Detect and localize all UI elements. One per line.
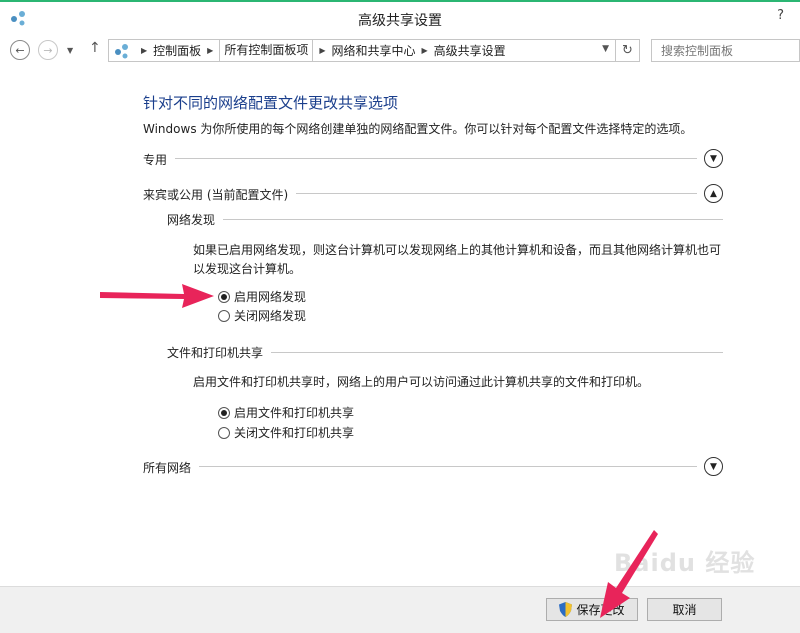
breadcrumb-separator-icon: ▶ xyxy=(141,46,148,55)
divider xyxy=(143,466,697,467)
chevron-up-icon: ▲ xyxy=(710,188,717,199)
save-changes-label: 保存更改 xyxy=(576,603,625,617)
profile-guest-public-label[interactable]: 来宾或公用 (当前配置文件) xyxy=(143,186,297,203)
breadcrumb-separator-icon: ▶ xyxy=(421,46,428,55)
network-location-icon xyxy=(115,43,128,58)
disable-file-printer-sharing-label[interactable]: 关闭文件和打印机共享 xyxy=(234,424,354,441)
file-printer-sharing-header: 文件和打印机共享 xyxy=(167,344,723,361)
help-button[interactable]: ? xyxy=(777,8,784,23)
main-content: 针对不同的网络配置文件更改共享选项 Windows 为你所使用的每个网络创建单独… xyxy=(0,66,800,586)
radio-unselected-icon[interactable] xyxy=(218,426,230,439)
radio-selected-icon[interactable] xyxy=(218,406,230,419)
breadcrumb-network-sharing-center[interactable]: 网络和共享中心 xyxy=(332,42,416,59)
breadcrumb-all-control-panel-items[interactable]: 所有控制面板项 xyxy=(219,40,314,61)
disable-network-discovery-radio[interactable]: 关闭网络发现 xyxy=(218,307,306,324)
uac-shield-icon xyxy=(559,602,573,617)
divider xyxy=(143,158,697,159)
footer-bar: 保存更改 取消 xyxy=(0,586,800,633)
cancel-label: 取消 xyxy=(672,603,697,617)
network-discovery-header: 网络发现 xyxy=(167,211,723,228)
profile-all-networks-row[interactable]: 所有网络 ▼ xyxy=(143,457,723,477)
window-title: 高级共享设置 xyxy=(358,13,442,29)
profile-all-networks-label[interactable]: 所有网络 xyxy=(143,459,200,476)
radio-selected-icon[interactable] xyxy=(218,290,230,303)
breadcrumb-control-panel[interactable]: 控制面板 xyxy=(153,42,201,59)
back-button[interactable]: ← xyxy=(10,40,30,60)
title-bar: 高级共享设置 ? xyxy=(0,0,800,34)
profile-private-label[interactable]: 专用 xyxy=(143,151,176,168)
forward-arrow-icon: → xyxy=(43,43,53,57)
refresh-icon: ↻ xyxy=(622,43,633,58)
page-heading: 针对不同的网络配置文件更改共享选项 xyxy=(143,94,399,112)
chevron-down-icon: ▼ xyxy=(710,153,717,164)
disable-file-printer-sharing-radio[interactable]: 关闭文件和打印机共享 xyxy=(218,424,354,441)
cancel-button[interactable]: 取消 xyxy=(647,598,722,621)
enable-file-printer-sharing-radio[interactable]: 启用文件和打印机共享 xyxy=(218,404,354,421)
breadcrumb: ▶ 控制面板 ▶ 所有控制面板项 ▶ 网络和共享中心 ▶ 高级共享设置 xyxy=(135,40,506,61)
baidu-watermark: Baidu 经验 xyxy=(614,549,756,577)
breadcrumb-separator-icon: ▶ xyxy=(207,46,214,55)
expand-private-button[interactable]: ▼ xyxy=(704,149,723,168)
chevron-down-icon: ▼ xyxy=(710,461,717,472)
profile-private-row[interactable]: 专用 ▼ xyxy=(143,149,723,169)
radio-unselected-icon[interactable] xyxy=(218,309,230,322)
up-arrow-icon[interactable]: ↑ xyxy=(89,40,101,56)
enable-network-discovery-label[interactable]: 启用网络发现 xyxy=(234,288,306,305)
page-description: Windows 为你所使用的每个网络创建单独的网络配置文件。你可以针对每个配置文… xyxy=(143,122,693,136)
breadcrumb-separator-icon: ▶ xyxy=(319,46,326,55)
collapse-guest-public-button[interactable]: ▲ xyxy=(704,184,723,203)
network-discovery-title: 网络发现 xyxy=(167,211,224,228)
breadcrumb-advanced-sharing[interactable]: 高级共享设置 xyxy=(434,42,506,59)
file-printer-sharing-title: 文件和打印机共享 xyxy=(167,344,272,361)
enable-file-printer-sharing-label[interactable]: 启用文件和打印机共享 xyxy=(234,404,354,421)
recent-locations-chevron-icon[interactable]: ▼ xyxy=(67,46,73,55)
disable-network-discovery-label[interactable]: 关闭网络发现 xyxy=(234,307,306,324)
profile-guest-public-row[interactable]: 来宾或公用 (当前配置文件) ▲ xyxy=(143,184,723,204)
enable-network-discovery-radio[interactable]: 启用网络发现 xyxy=(218,288,306,305)
address-dropdown-icon[interactable]: ▼ xyxy=(602,44,609,54)
save-changes-button[interactable]: 保存更改 xyxy=(546,598,638,621)
refresh-button[interactable]: ↻ xyxy=(615,40,639,61)
file-printer-sharing-description: 启用文件和打印机共享时，网络上的用户可以访问通过此计算机共享的文件和打印机。 xyxy=(193,375,650,389)
address-bar[interactable]: ▶ 控制面板 ▶ 所有控制面板项 ▶ 网络和共享中心 ▶ 高级共享设置 ▼ ↻ xyxy=(108,39,640,62)
expand-all-networks-button[interactable]: ▼ xyxy=(704,457,723,476)
network-discovery-description: 如果已启用网络发现，则这台计算机可以发现网络上的其他计算机和设备，而且其他网络计… xyxy=(193,243,722,276)
search-input[interactable] xyxy=(651,39,800,62)
divider xyxy=(167,219,723,220)
back-arrow-icon: ← xyxy=(15,43,25,57)
forward-button[interactable]: → xyxy=(38,40,58,60)
navigation-bar: ← → ▼ ↑ ▶ 控制面板 ▶ 所有控制面板项 ▶ 网络和共享中心 ▶ 高级共… xyxy=(0,34,800,66)
